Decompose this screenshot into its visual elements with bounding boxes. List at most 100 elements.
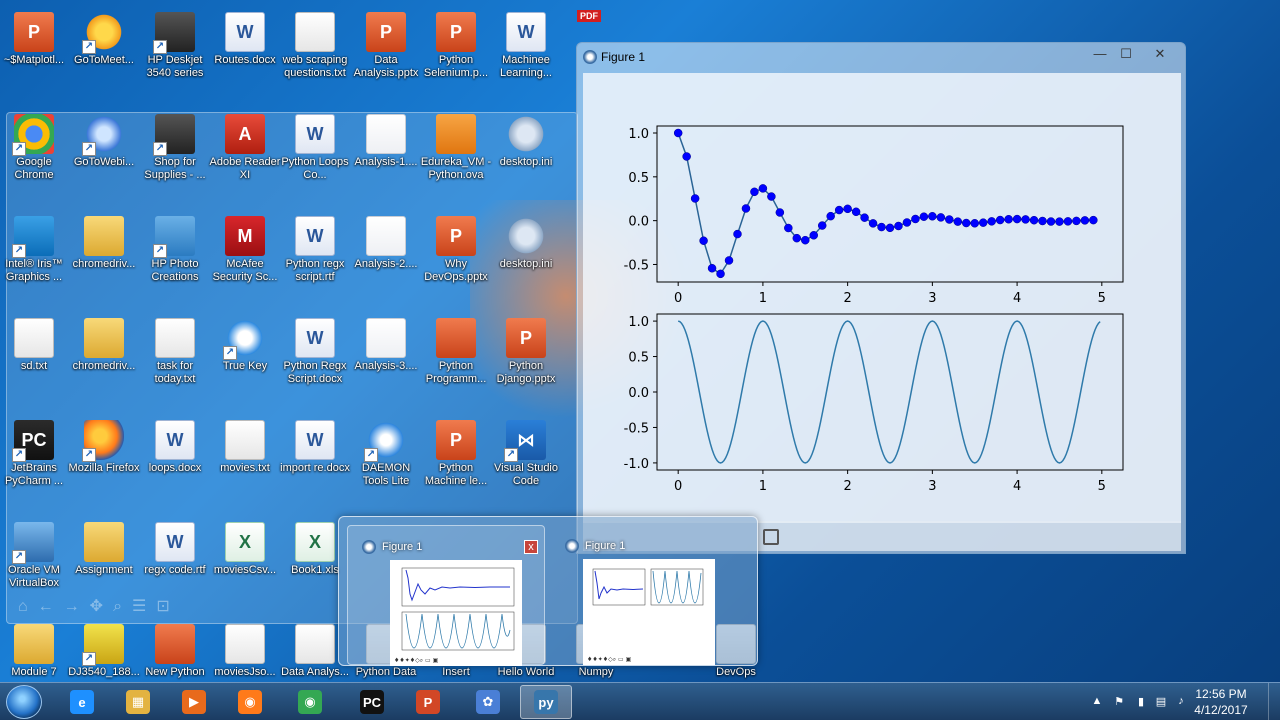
- taskbar-file-explorer-button[interactable]: ▦: [112, 685, 164, 719]
- desktop-icon-ppt[interactable]: Python Programm...: [420, 314, 492, 416]
- desktop-icon-ppt[interactable]: P Python Selenium.p...: [420, 8, 492, 110]
- desktop-icon-excel[interactable]: XmoviesCsv...: [209, 518, 281, 620]
- desktop-icon-label: Python Data: [355, 666, 417, 678]
- desktop-icon-txt[interactable]: moviesJso...: [209, 620, 281, 680]
- desktop-icon-label: Analysis-2....: [354, 258, 418, 270]
- desktop-icon-label: task for today.txt: [154, 360, 196, 385]
- data-point: [784, 223, 793, 233]
- minimize-button[interactable]: —: [1087, 45, 1113, 63]
- desktop-icon-word[interactable]: Wregx code.rtf: [139, 518, 211, 620]
- desktop-icon-txt[interactable]: web scraping questions.txt: [279, 8, 351, 110]
- pycharm-icon: PC: [360, 690, 384, 714]
- taskbar-firefox-button[interactable]: ◉: [224, 685, 276, 719]
- desktop-icon-word[interactable]: W Python Regx Script.docx: [279, 314, 351, 416]
- figure-titlebar[interactable]: Figure 1 — ☐ ✕: [577, 43, 1185, 71]
- desktop-icon-gear[interactable]: desktop.ini: [490, 212, 562, 314]
- desktop-icon-word[interactable]: Wloops.docx: [139, 416, 211, 518]
- x-tick-label: 5: [1098, 291, 1106, 306]
- desktop-icon-label: Intel® Iris™ Graphics ...: [5, 258, 63, 283]
- desktop-icon-printer[interactable]: HP Deskjet 3540 series: [139, 8, 211, 110]
- taskbar-pycharm-button[interactable]: PC: [346, 685, 398, 719]
- desktop-icon-photo[interactable]: HP Photo Creations: [139, 212, 211, 314]
- save-icon[interactable]: [763, 529, 779, 545]
- taskbar-chrome-button[interactable]: ◉: [284, 685, 336, 719]
- desktop-icon-txt[interactable]: sd.txt: [0, 314, 70, 416]
- desktop-icon-truekey[interactable]: True Key: [209, 314, 281, 416]
- desktop-icon-ppt[interactable]: P Python Django.pptx: [490, 314, 562, 416]
- pdf-icon: A: [225, 114, 265, 154]
- clock-time[interactable]: 12:56 PM: [1186, 687, 1256, 701]
- figure-window[interactable]: Figure 1 — ☐ ✕ 0 1 2 3 4 5 -0.5 0.0 0.5 1.0 0 1 2 3 4 5…: [576, 42, 1186, 554]
- desktop-icon-usb[interactable]: DJ3540_188...: [68, 620, 140, 680]
- close-button[interactable]: ✕: [1147, 45, 1173, 63]
- maximize-button[interactable]: ☐: [1113, 45, 1139, 63]
- desktop-icon-folder[interactable]: chromedriv...: [68, 314, 140, 416]
- data-point: [1038, 216, 1047, 226]
- desktop-icon-flower[interactable]: GoToMeet...: [68, 8, 140, 110]
- desktop-icon-vs[interactable]: ⋈Visual Studio Code: [490, 416, 562, 518]
- desktop-icon-chart[interactable]: Analysis-3....: [350, 314, 422, 416]
- folder-icon: [84, 318, 124, 358]
- desktop-icon-ova[interactable]: Edureka_VM - Python.ova: [420, 110, 492, 212]
- chevron-up-icon[interactable]: ▲: [1090, 695, 1104, 709]
- desktop-icon-word[interactable]: Wimport re.docx: [279, 416, 351, 518]
- desktop-icon-printer[interactable]: Shop for Supplies - ...: [139, 110, 211, 212]
- thumbnail-preview-chart: ♦♦✦♦◇⌕ ▭ ▣: [394, 567, 515, 664]
- desktop-icon-word[interactable]: W Routes.docx: [209, 8, 281, 110]
- taskbar-python-button[interactable]: py: [520, 685, 572, 719]
- desktop-icon-chart[interactable]: Analysis-2....: [350, 212, 422, 314]
- start-button[interactable]: [6, 685, 42, 719]
- data-point: [1029, 215, 1039, 225]
- desktop-icon-txt[interactable]: task for today.txt: [139, 314, 211, 416]
- desktop-icon-chrome[interactable]: Google Chrome: [0, 110, 70, 212]
- desktop-icon-word[interactable]: W Python Loops Co...: [279, 110, 351, 212]
- thumbnail-figure-1-a[interactable]: Figure 1 x ♦♦✦♦◇⌕ ▭ ▣: [347, 525, 545, 666]
- battery-icon[interactable]: ▮: [1134, 695, 1148, 709]
- desktop-icon-folder[interactable]: Assignment: [68, 518, 140, 620]
- desktop-icon-intel[interactable]: Intel® Iris™ Graphics ...: [0, 212, 70, 314]
- clock-date[interactable]: 4/12/2017: [1186, 703, 1256, 717]
- desktop-icon-folder[interactable]: Module 7: [0, 620, 70, 680]
- data-point: [1063, 217, 1073, 226]
- python-icon: py: [534, 690, 558, 714]
- desktop-icon-gear[interactable]: desktop.ini: [490, 110, 562, 212]
- desktop-icon-ppt[interactable]: New Python: [139, 620, 211, 680]
- thumbnail-close-button[interactable]: x: [524, 540, 538, 554]
- data-point: [962, 218, 971, 228]
- network-icon[interactable]: ▤: [1154, 695, 1168, 709]
- taskbar-gotomeeting-button[interactable]: ✿: [462, 685, 514, 719]
- taskbar-media-player-button[interactable]: ▶: [168, 685, 220, 719]
- taskbar-powerpoint-button[interactable]: P: [402, 685, 454, 719]
- media-player-icon: ▶: [182, 690, 206, 714]
- desktop-icon-txt[interactable]: movies.txt: [209, 416, 281, 518]
- desktop-icon-word[interactable]: W Python regx script.rtf: [279, 212, 351, 314]
- desktop-icon-chart[interactable]: Analysis-1....: [350, 110, 422, 212]
- thumbnail-figure-1-b[interactable]: Figure 1 ♦♦✦♦◇⌕ ▭ ▣: [551, 525, 749, 665]
- desktop-icon-ppt[interactable]: P ~$Matplotl...: [0, 8, 70, 110]
- desktop-icon-pc[interactable]: PCJetBrains PyCharm ...: [0, 416, 70, 518]
- taskbar-internet-explorer-button[interactable]: e: [56, 685, 108, 719]
- data-point: [834, 205, 844, 215]
- desktop-icon-pdf[interactable]: A Adobe Reader XI: [209, 110, 281, 212]
- desktop-icon-label: Why DevOps.pptx: [424, 258, 488, 283]
- show-desktop-button[interactable]: [1268, 683, 1280, 720]
- data-point: [894, 221, 903, 231]
- desktop-icon-mcafee[interactable]: M McAfee Security Sc...: [209, 212, 281, 314]
- flower-blue-icon: [82, 114, 124, 156]
- printer-icon: [153, 12, 195, 54]
- desktop-icon-folder[interactable]: chromedriv...: [68, 212, 140, 314]
- desktop-icon-daemon[interactable]: DAEMON Tools Lite: [350, 416, 422, 518]
- desktop-icon-ppt[interactable]: P Data Analysis.pptx: [350, 8, 422, 110]
- desktop-icon-ppt[interactable]: P Why DevOps.pptx: [420, 212, 492, 314]
- desktop-icon-flower-blue[interactable]: GoToWebi...: [68, 110, 140, 212]
- desktop-icon-firefox[interactable]: Mozilla Firefox: [68, 416, 140, 518]
- x-tick-label: 0: [674, 291, 682, 306]
- flag-icon[interactable]: ⚑: [1112, 695, 1126, 709]
- data-point: [970, 219, 979, 228]
- word-icon: W: [506, 12, 546, 52]
- desktop-icon-label: HP Deskjet 3540 series: [146, 54, 204, 79]
- thumb-axes-bottom: [401, 611, 515, 651]
- desktop-icon-word[interactable]: W Machinee Learning...: [490, 8, 562, 110]
- desktop-icon-vbox[interactable]: Oracle VM VirtualBox: [0, 518, 70, 620]
- desktop-icon-ppt[interactable]: P Python Machine le...: [420, 416, 492, 518]
